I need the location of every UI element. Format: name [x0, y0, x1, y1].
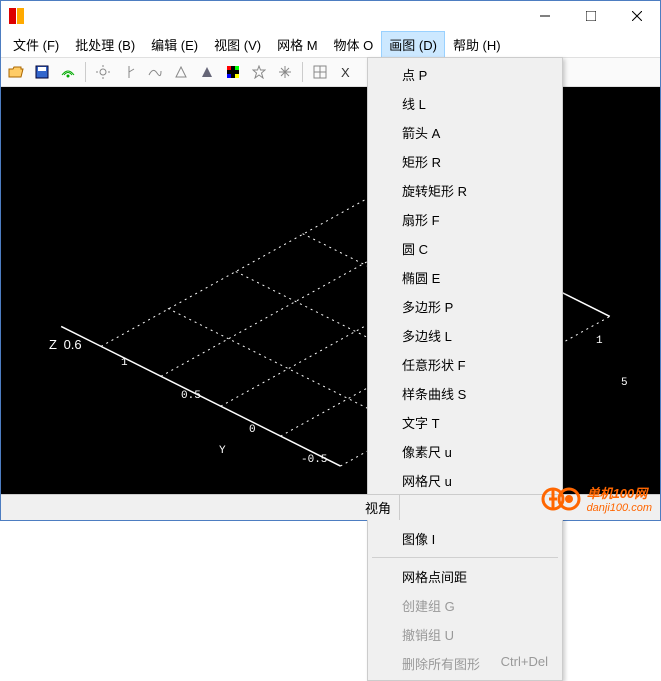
save-icon[interactable]: [31, 61, 53, 83]
menu-view[interactable]: 视图 (V): [206, 31, 269, 58]
axis-z-label: Z 0.6: [49, 337, 82, 353]
tick-x-1: 1: [596, 335, 603, 347]
title-bar: [1, 1, 660, 31]
watermark-brand: 单机100网: [587, 483, 652, 502]
menu-file[interactable]: 文件 (F): [5, 31, 67, 58]
menu-item-point[interactable]: 点 P: [370, 60, 560, 89]
watermark: 单机100网 danji100.com: [541, 483, 652, 514]
menu-item-freeform[interactable]: 任意形状 F: [370, 350, 560, 379]
app-logo-icon: [9, 8, 25, 24]
tick-y-0: 0: [249, 424, 256, 436]
menu-batch[interactable]: 批处理 (B): [67, 31, 143, 58]
star-icon[interactable]: [248, 61, 270, 83]
svg-text:X: X: [341, 65, 350, 79]
menu-grid[interactable]: 网格 M: [269, 31, 325, 58]
menu-item-rect[interactable]: 矩形 R: [370, 147, 560, 176]
wireless-icon[interactable]: [57, 61, 79, 83]
menu-item-pixelruler[interactable]: 像素尺 u: [370, 437, 560, 466]
separator: [85, 62, 86, 82]
rainbow-icon[interactable]: [222, 61, 244, 83]
tick-y-m05: -0.5: [301, 454, 327, 466]
close-button[interactable]: [614, 1, 660, 31]
sun-icon[interactable]: [92, 61, 114, 83]
menu-item-deleteall: 删除所有图形 Ctrl+Del: [370, 649, 560, 678]
menu-help[interactable]: 帮助 (H): [445, 31, 509, 58]
menu-item-circle[interactable]: 圆 C: [370, 234, 560, 263]
primitive-icon[interactable]: [170, 61, 192, 83]
menu-item-undogroup: 撤销组 U: [370, 620, 560, 649]
menu-divider: [372, 557, 558, 558]
maximize-button[interactable]: [568, 1, 614, 31]
axis-x-icon[interactable]: X: [335, 61, 357, 83]
menu-item-gridspacing[interactable]: 网格点间距: [370, 562, 560, 591]
watermark-url: danji100.com: [587, 502, 652, 514]
menu-item-creategroup: 创建组 G: [370, 591, 560, 620]
tick-y-05: 0.5: [181, 390, 201, 402]
menu-item-rotrect[interactable]: 旋转矩形 R: [370, 176, 560, 205]
axis-y-label: Y: [219, 445, 226, 457]
menu-bar: 文件 (F) 批处理 (B) 编辑 (E) 视图 (V) 网格 M 物体 O 画…: [1, 31, 660, 57]
sparkle-icon[interactable]: [274, 61, 296, 83]
menu-edit[interactable]: 编辑 (E): [143, 31, 206, 58]
shortcut-label: Ctrl+Del: [501, 654, 548, 673]
grid-icon[interactable]: [309, 61, 331, 83]
separator: [302, 62, 303, 82]
open-icon[interactable]: [5, 61, 27, 83]
compass-icon[interactable]: [118, 61, 140, 83]
minimize-button[interactable]: [522, 1, 568, 31]
menu-item-gridruler[interactable]: 网格尺 u: [370, 466, 560, 495]
menu-item-spline[interactable]: 样条曲线 S: [370, 379, 560, 408]
shaded-icon[interactable]: [196, 61, 218, 83]
draw-dropdown-menu: 点 P 线 L 箭头 A 矩形 R 旋转矩形 R 扇形 F 圆 C 椭圆 E 多…: [367, 57, 563, 681]
surface-icon[interactable]: [144, 61, 166, 83]
tick-x-5: 5: [621, 377, 628, 389]
menu-object[interactable]: 物体 O: [326, 31, 382, 58]
menu-draw[interactable]: 画图 (D): [381, 31, 445, 58]
menu-item-polygon[interactable]: 多边形 P: [370, 292, 560, 321]
menu-item-sector[interactable]: 扇形 F: [370, 205, 560, 234]
status-viewangle: 视角: [357, 495, 400, 520]
menu-item-ellipse[interactable]: 椭圆 E: [370, 263, 560, 292]
menu-item-text[interactable]: 文字 T: [370, 408, 560, 437]
menu-item-polyline[interactable]: 多边线 L: [370, 321, 560, 350]
menu-item-image[interactable]: 图像 I: [370, 524, 560, 553]
menu-item-line[interactable]: 线 L: [370, 89, 560, 118]
tick-y-1: 1: [121, 357, 128, 369]
watermark-logo-icon: [541, 484, 581, 514]
menu-item-arrow[interactable]: 箭头 A: [370, 118, 560, 147]
